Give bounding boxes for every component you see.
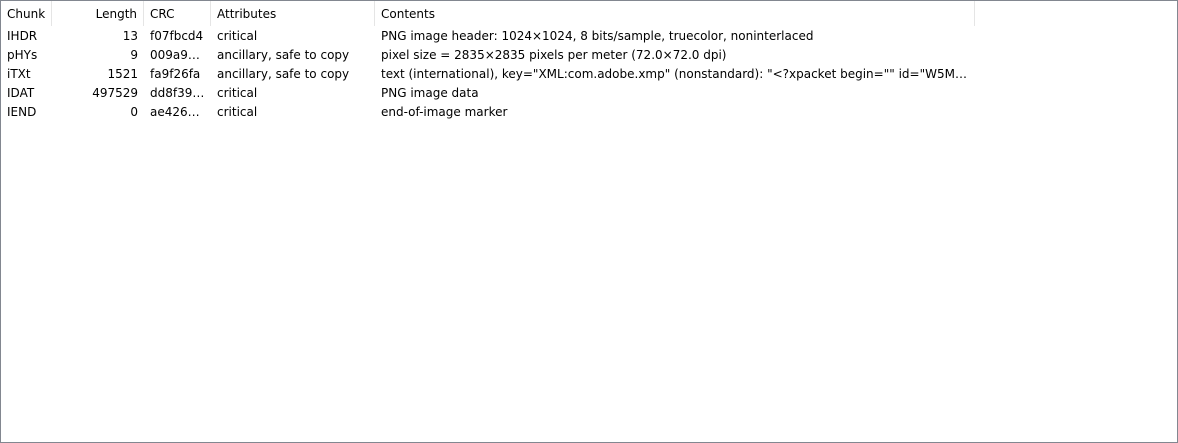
cell-chunk: IDAT: [7, 86, 35, 100]
cell-chunk: pHYs: [7, 48, 38, 62]
cell-attributes: ancillary, safe to copy: [217, 48, 350, 62]
column-header-chunk[interactable]: Chunk: [1, 1, 52, 26]
column-header-contents[interactable]: Contents: [375, 1, 975, 26]
column-header-length[interactable]: Length: [52, 1, 144, 26]
cell-chunk: IHDR: [7, 29, 38, 43]
cell-chunk: iTXt: [7, 67, 31, 81]
cell-crc: dd8f3911: [150, 86, 208, 100]
table-row[interactable]: IDAT 497529 dd8f3911 critical PNG image …: [1, 84, 975, 103]
table-row[interactable]: iTXt 1521 fa9f26fa ancillary, safe to co…: [1, 65, 975, 84]
cell-attributes: ancillary, safe to copy: [217, 67, 350, 81]
cell-contents: PNG image data: [381, 86, 479, 100]
cell-crc: ae426082: [150, 105, 211, 119]
cell-crc: 009a9c18: [150, 48, 210, 62]
table-row[interactable]: pHYs 9 009a9c18 ancillary, safe to copy …: [1, 46, 975, 65]
cell-attributes: critical: [217, 86, 258, 100]
chunk-list-view[interactable]: Chunk Length CRC Attributes Contents IHD…: [0, 0, 1178, 443]
cell-contents: PNG image header: 1024×1024, 8 bits/samp…: [381, 29, 814, 43]
cell-length: 497529: [92, 86, 138, 100]
column-header-attributes[interactable]: Attributes: [211, 1, 375, 26]
cell-contents: pixel size = 2835×2835 pixels per meter …: [381, 48, 727, 62]
column-header-bar: Chunk Length CRC Attributes Contents: [1, 1, 975, 26]
cell-contents: text (international), key="XML:com.adobe…: [381, 67, 973, 81]
cell-attributes: critical: [217, 105, 258, 119]
cell-crc: fa9f26fa: [150, 67, 201, 81]
table-row[interactable]: IEND 0 ae426082 critical end-of-image ma…: [1, 103, 975, 122]
cell-crc: f07fbcd4: [150, 29, 204, 43]
cell-attributes: critical: [217, 29, 258, 43]
table-row[interactable]: IHDR 13 f07fbcd4 critical PNG image head…: [1, 27, 975, 46]
chunk-rows: IHDR 13 f07fbcd4 critical PNG image head…: [1, 27, 975, 122]
cell-length: 0: [130, 105, 138, 119]
cell-length: 1521: [107, 67, 138, 81]
cell-contents: end-of-image marker: [381, 105, 508, 119]
cell-chunk: IEND: [7, 105, 37, 119]
cell-length: 9: [130, 48, 138, 62]
cell-length: 13: [122, 29, 138, 43]
column-header-crc[interactable]: CRC: [144, 1, 211, 26]
